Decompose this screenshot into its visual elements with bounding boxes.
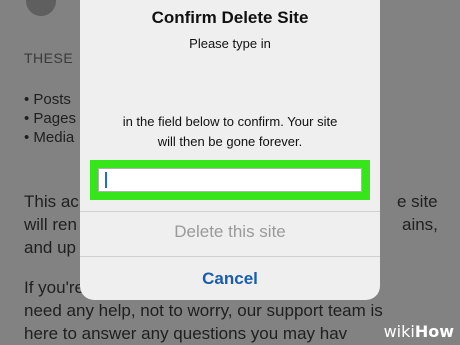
wikihow-watermark: wikiHow xyxy=(384,322,454,341)
dialog-subtitle: Please type in xyxy=(189,36,271,51)
background-paragraph-line: e site xyxy=(397,192,438,211)
bullet-item: • Media xyxy=(24,129,75,146)
bullet-item: • Pages xyxy=(24,110,76,127)
dialog-message-line: will then be gone forever. xyxy=(157,134,303,149)
delete-site-button[interactable]: Delete this site xyxy=(80,212,380,252)
background-paragraph-line: This ac xyxy=(24,192,79,211)
background-paragraph-line: ains, xyxy=(402,215,438,234)
watermark-part: How xyxy=(414,322,454,341)
confirm-delete-dialog: Confirm Delete Site Please type in in th… xyxy=(80,0,380,300)
text-cursor xyxy=(105,172,107,188)
confirm-site-input[interactable] xyxy=(98,168,362,192)
background-paragraph-line: will ren xyxy=(24,215,77,234)
bullet-item: • Posts xyxy=(24,91,71,108)
cancel-button[interactable]: Cancel xyxy=(80,258,380,300)
highlight-frame xyxy=(90,160,370,200)
divider xyxy=(80,256,380,257)
dialog-message: in the field below to confirm. Your site… xyxy=(102,112,358,152)
warning-icon xyxy=(26,0,56,16)
background-paragraph-line: here to answer any questions you may hav xyxy=(24,324,348,343)
background-heading: THESE xyxy=(24,50,74,66)
watermark-part: wiki xyxy=(383,322,415,341)
dialog-message-line: in the field below to confirm. Your site xyxy=(122,114,338,129)
background-bullet-list: • Posts • Pages • Media xyxy=(24,90,76,147)
background-paragraph-line: and up xyxy=(24,238,76,257)
dialog-title: Confirm Delete Site xyxy=(151,8,309,27)
background-paragraph-line: need any help, not to worry, our support… xyxy=(24,301,383,320)
